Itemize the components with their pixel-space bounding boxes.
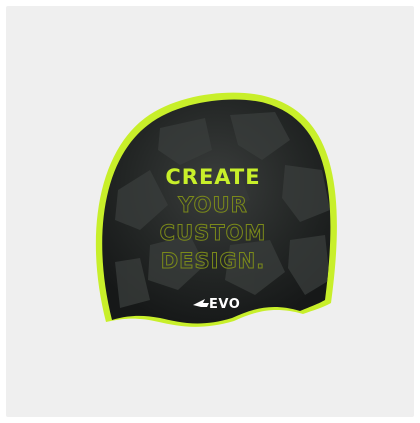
cap-headline: CREATE [165, 165, 260, 189]
swim-cap-illustration: CREATE YOUR CUSTOM DESIGN. EVO [95, 92, 337, 327]
cap-line-your: YOUR [177, 193, 248, 217]
swim-cap-product-image: CREATE YOUR CUSTOM DESIGN. EVO [0, 0, 420, 423]
brand-name: EVO [209, 297, 240, 312]
cap-line-design: DESIGN. [161, 249, 266, 273]
cap-line-custom: CUSTOM [160, 221, 267, 245]
